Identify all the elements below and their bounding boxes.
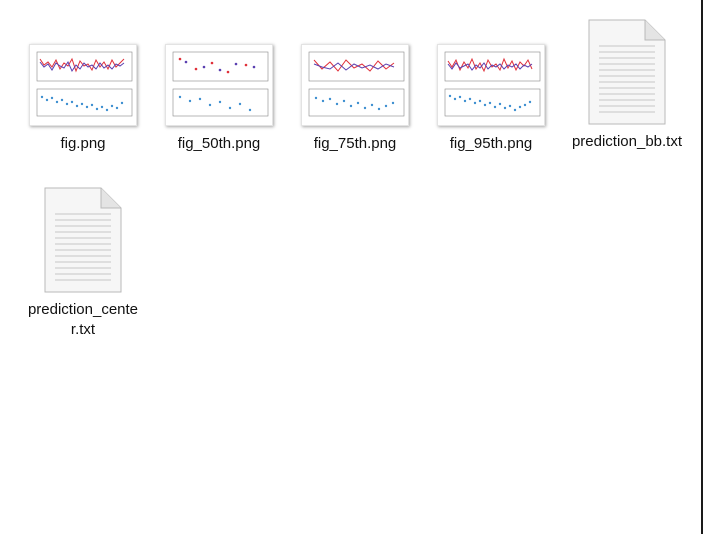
image-thumbnail-icon: [29, 44, 137, 126]
file-item[interactable]: fig.png: [24, 40, 142, 154]
image-thumbnail-icon: [165, 44, 273, 126]
file-name: fig_75th.png: [313, 135, 397, 152]
file-item[interactable]: prediction_bb.txt: [568, 18, 686, 152]
file-name: fig_50th.png: [177, 135, 261, 152]
text-document-icon: [588, 19, 666, 125]
file-name: prediction_center.txt: [27, 301, 139, 338]
image-thumbnail-icon: [437, 44, 545, 126]
file-name: prediction_bb.txt: [571, 133, 683, 150]
file-item[interactable]: fig_95th.png: [432, 40, 550, 154]
file-item[interactable]: fig_75th.png: [296, 40, 414, 154]
file-item[interactable]: prediction_center.txt: [24, 186, 142, 340]
image-thumbnail-icon: [301, 44, 409, 126]
file-item[interactable]: fig_50th.png: [160, 40, 278, 154]
file-name: fig.png: [60, 135, 106, 152]
text-document-icon: [44, 187, 122, 293]
file-name: fig_95th.png: [449, 135, 533, 152]
